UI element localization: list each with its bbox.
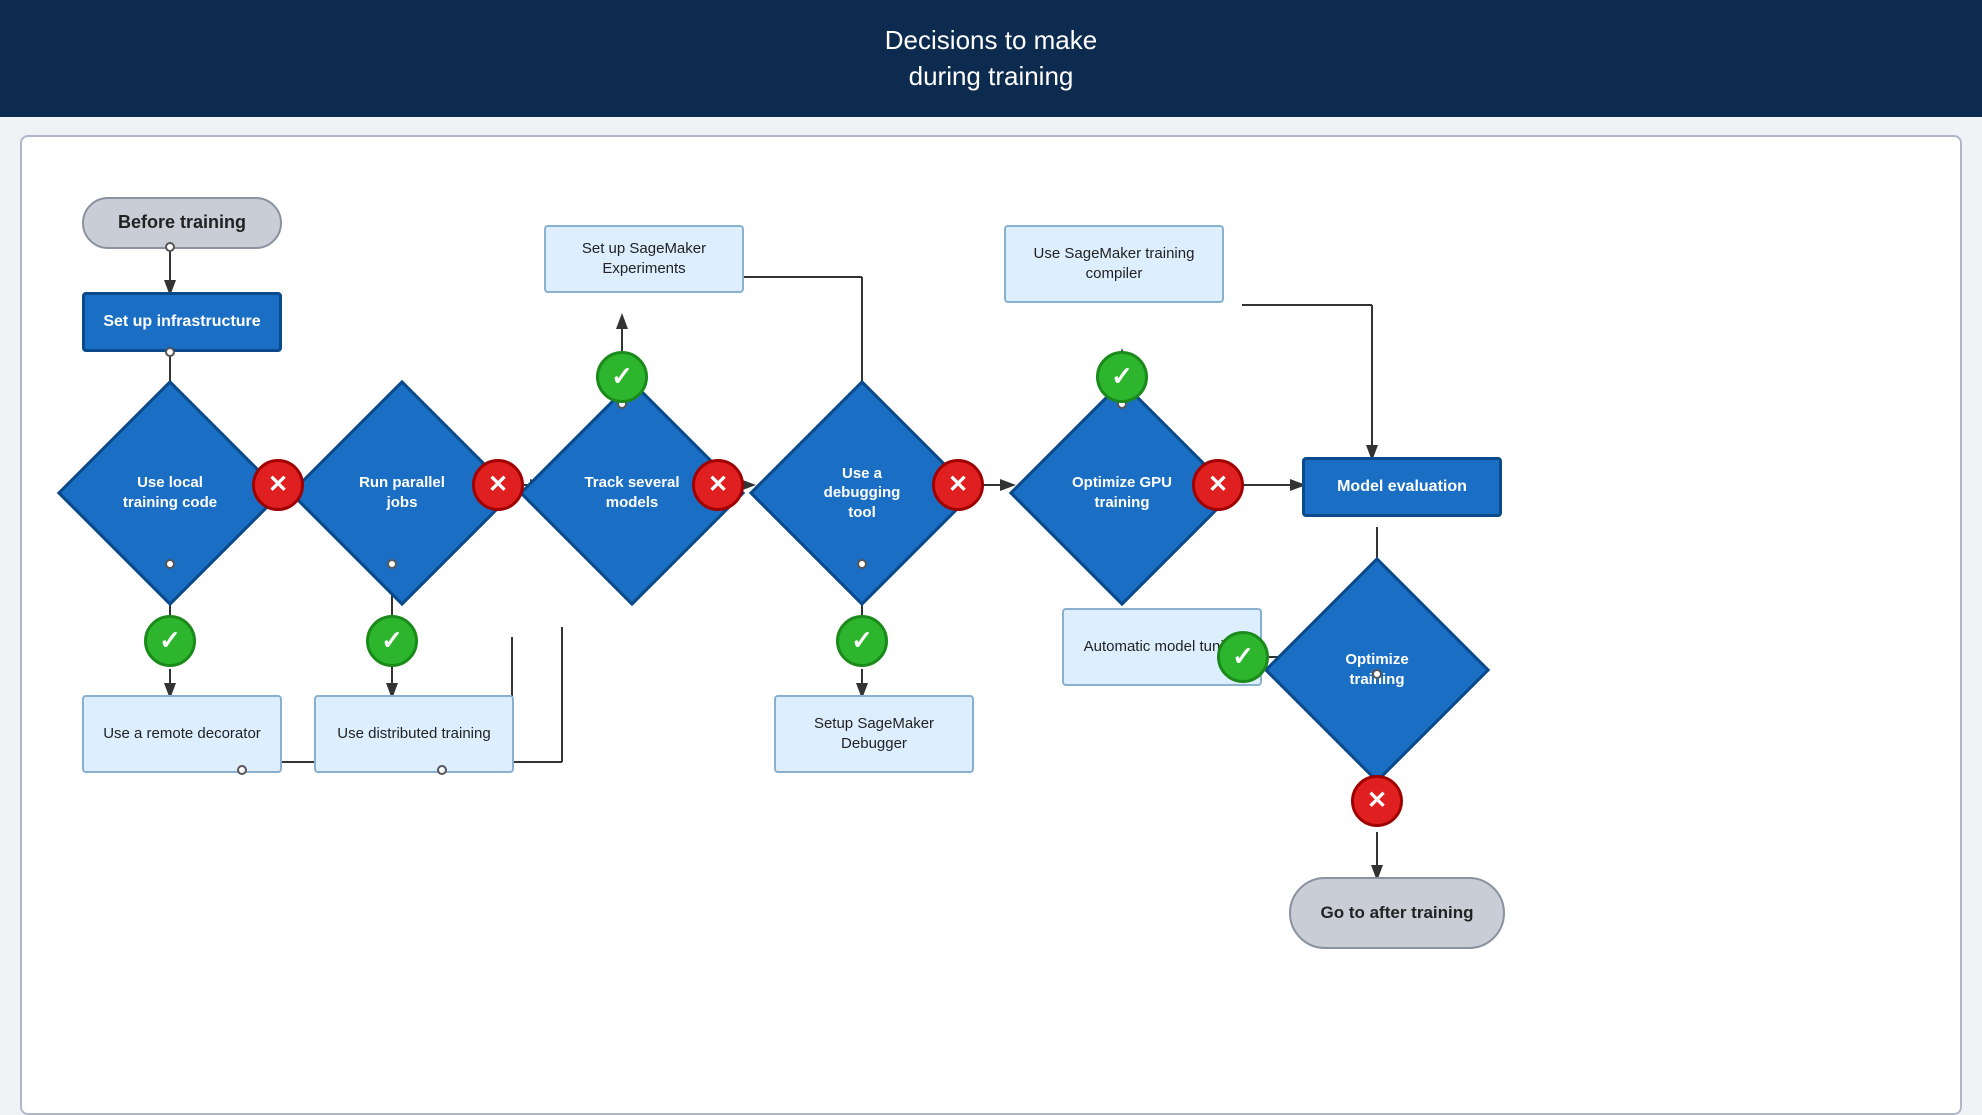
run-parallel-jobs-diamond: Run parallel jobs	[314, 405, 490, 581]
optimize-gpu-yes-icon	[1096, 351, 1148, 403]
dot-5	[387, 559, 397, 569]
use-distributed-training-node: Use distributed training	[314, 695, 514, 773]
connector-lines	[22, 137, 1960, 1113]
dot-6	[437, 765, 447, 775]
track-models-no-icon	[692, 459, 744, 511]
go-to-after-training-node: Go to after training	[1289, 877, 1505, 949]
use-debugging-tool-diamond: Use a debugging tool	[774, 405, 950, 581]
debugging-tool-yes-icon	[836, 615, 888, 667]
dot-3	[165, 559, 175, 569]
dot-2	[165, 347, 175, 357]
setup-sagemaker-debugger-node: Setup SageMaker Debugger	[774, 695, 974, 773]
parallel-jobs-yes-icon	[366, 615, 418, 667]
before-training-node: Before training	[82, 197, 282, 249]
use-sagemaker-compiler-node: Use SageMaker training compiler	[1004, 225, 1224, 303]
model-evaluation-node: Model evaluation	[1302, 457, 1502, 517]
optimize-gpu-no-icon	[1192, 459, 1244, 511]
local-training-yes-icon	[144, 615, 196, 667]
dot-4	[237, 765, 247, 775]
dot-1	[165, 242, 175, 252]
track-models-yes-icon	[596, 351, 648, 403]
parallel-jobs-no-icon	[472, 459, 524, 511]
dot-10	[1372, 669, 1382, 679]
setup-sagemaker-experiments-node: Set up SageMaker Experiments	[544, 225, 744, 293]
header: Decisions to make during training	[0, 0, 1982, 117]
use-remote-decorator-node: Use a remote decorator	[82, 695, 282, 773]
optimize-training-yes-icon	[1217, 631, 1269, 683]
optimize-training-no-icon	[1351, 775, 1403, 827]
dot-8	[857, 559, 867, 569]
debugging-tool-no-icon	[932, 459, 984, 511]
local-training-no-icon	[252, 459, 304, 511]
use-local-training-diamond: Use local training code	[82, 405, 258, 581]
set-up-infra-node: Set up infrastructure	[82, 292, 282, 352]
diagram-container: Before training Set up infrastructure Us…	[20, 135, 1962, 1115]
